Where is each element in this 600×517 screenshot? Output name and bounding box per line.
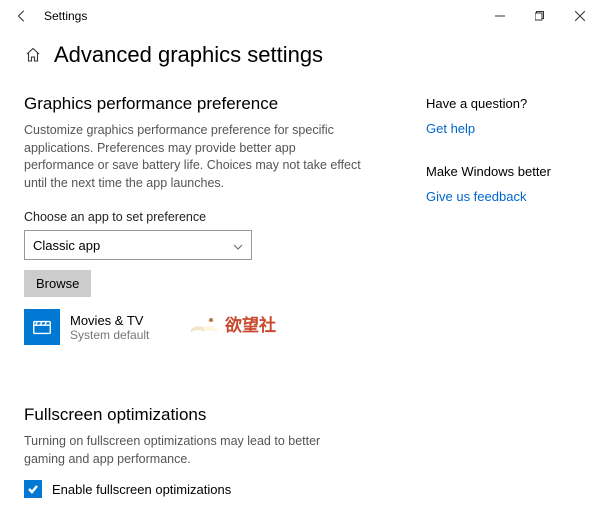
watermark-text: 欲望社 [225,311,276,336]
book-icon [189,314,219,334]
back-button[interactable] [10,4,34,28]
app-status: System default [70,328,149,342]
titlebar: Settings [0,0,600,32]
movies-tv-icon [24,309,60,345]
section-heading: Graphics performance preference [24,94,364,114]
close-button[interactable] [560,2,600,30]
chevron-down-icon [233,238,243,253]
home-icon[interactable] [24,46,42,64]
help-heading: Have a question? [426,96,576,111]
app-name: Movies & TV [70,313,149,328]
feedback-heading: Make Windows better [426,164,576,179]
checkbox-row: Enable fullscreen optimizations [24,480,364,498]
maximize-button[interactable] [520,2,560,30]
fullscreen-checkbox[interactable] [24,480,42,498]
content-area: Advanced graphics settings Graphics perf… [0,32,600,498]
section-description: Customize graphics performance preferenc… [24,122,364,192]
app-info: Movies & TV System default [70,313,149,342]
browse-button[interactable]: Browse [24,270,91,297]
checkbox-label: Enable fullscreen optimizations [52,482,231,497]
app-type-dropdown[interactable]: Classic app [24,230,252,260]
window-title: Settings [44,9,87,23]
section-description: Turning on fullscreen optimizations may … [24,433,364,468]
get-help-link[interactable]: Get help [426,121,576,136]
feedback-link[interactable]: Give us feedback [426,189,576,204]
watermark: 欲望社 [189,311,276,336]
page-title: Advanced graphics settings [54,42,323,68]
app-list-item[interactable]: Movies & TV System default 欲望社 [24,309,364,345]
fullscreen-section: Fullscreen optimizations Turning on full… [24,405,364,498]
minimize-button[interactable] [480,2,520,30]
page-header: Advanced graphics settings [24,42,364,68]
window-controls [480,2,600,30]
sidebar: Have a question? Get help Make Windows b… [426,42,576,498]
dropdown-value: Classic app [33,238,100,253]
main-column: Advanced graphics settings Graphics perf… [24,42,364,498]
dropdown-label: Choose an app to set preference [24,210,364,224]
graphics-preference-section: Graphics performance preference Customiz… [24,94,364,345]
section-heading: Fullscreen optimizations [24,405,364,425]
